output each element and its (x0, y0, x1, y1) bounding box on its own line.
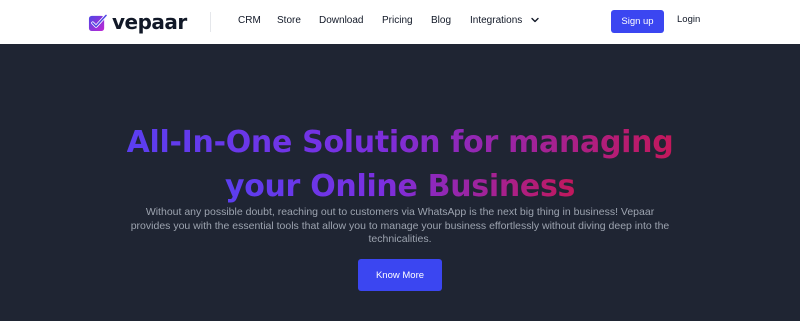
brand-name: vepaar (112, 10, 187, 34)
chevron-down-icon (531, 18, 539, 23)
hero-subtitle: Without any possible doubt, reaching out… (130, 206, 670, 245)
hero-title: All-In-One Solution for managing your On… (0, 121, 800, 209)
nav-link-store[interactable]: Store (277, 14, 301, 28)
nav-link-download[interactable]: Download (319, 14, 363, 28)
know-more-button[interactable]: Know More (358, 259, 442, 291)
nav-link-integrations[interactable]: Integrations (470, 14, 539, 28)
login-link[interactable]: Login (677, 14, 700, 25)
top-navbar: vepaar CRM Store Download Pricing Blog I… (0, 0, 800, 44)
nav-link-blog[interactable]: Blog (431, 14, 451, 28)
nav-link-crm[interactable]: CRM (238, 14, 261, 28)
logo[interactable]: vepaar (88, 11, 187, 33)
hero-title-line1: All-In-One Solution for managing (126, 125, 674, 160)
nav-link-pricing[interactable]: Pricing (382, 14, 413, 28)
signup-button[interactable]: Sign up (611, 10, 664, 33)
nav-divider (210, 12, 211, 32)
hero-title-line2: your Online Business (224, 169, 576, 204)
vepaar-logo-icon (88, 13, 107, 31)
hero-section: All-In-One Solution for managing your On… (0, 44, 800, 321)
nav-link-integrations-label: Integrations (470, 15, 523, 26)
